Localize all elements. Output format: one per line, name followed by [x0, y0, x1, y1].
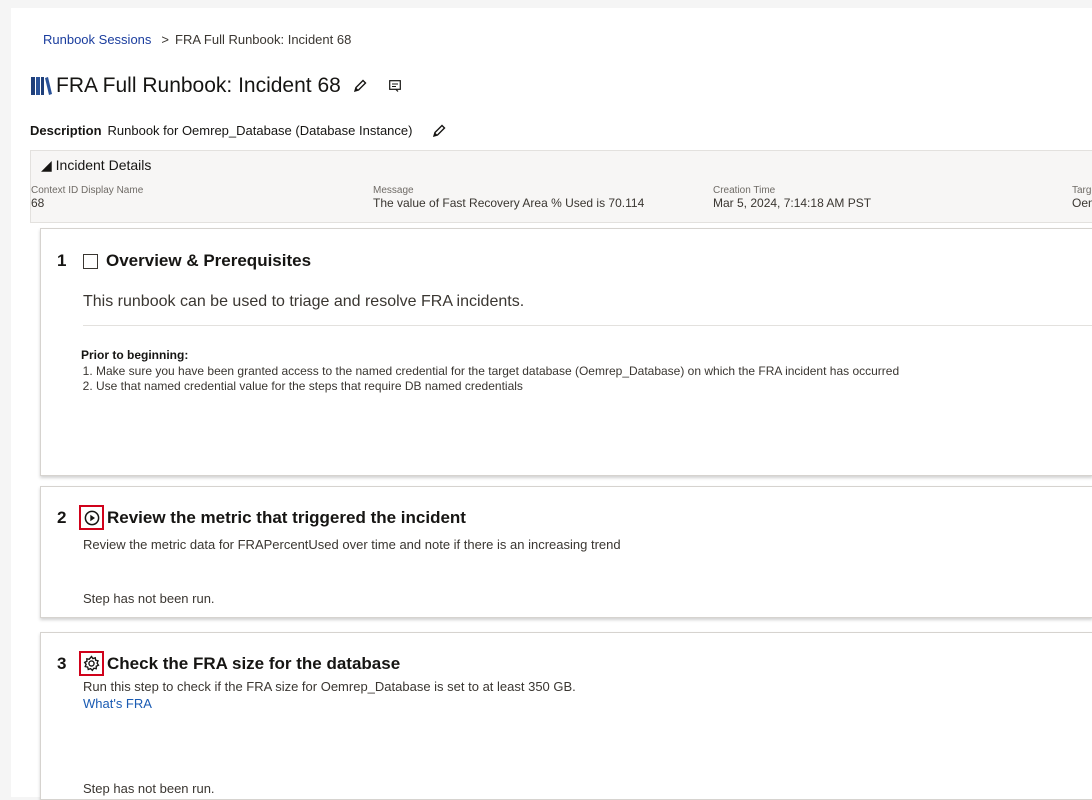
whats-fra-link[interactable]: What's FRA	[83, 696, 152, 711]
field-value: 68	[31, 196, 45, 210]
runbook-books-icon	[31, 77, 52, 95]
step-complete-checkbox[interactable]	[83, 253, 98, 269]
field-value: Oem	[1072, 196, 1092, 210]
incident-field-creation-time: Creation Time Mar 5, 2024, 7:14:18 AM PS…	[713, 185, 871, 210]
step-description: Run this step to check if the FRA size f…	[83, 679, 576, 694]
step-header: 1 Overview & Prerequisites	[57, 251, 311, 271]
view-details-icon[interactable]	[388, 80, 401, 92]
page-title: FRA Full Runbook: Incident 68	[56, 74, 341, 97]
prior-to-beginning-label: Prior to beginning:	[81, 348, 189, 362]
step-card-3: 3 Check the FRA size for the database Ru…	[40, 632, 1092, 800]
step-header: 2 Review the metric that triggered the i…	[57, 505, 466, 530]
step-description: Review the metric data for FRAPercentUse…	[83, 537, 621, 552]
runbook-session-page: Runbook Sessions > FRA Full Runbook: Incid…	[11, 8, 1092, 800]
incident-field-context-id: Context ID Display Name 68	[31, 185, 143, 210]
field-label: Targe	[1072, 185, 1092, 196]
run-step-highlight	[79, 505, 104, 530]
list-item: Use that named credential value for the …	[96, 379, 899, 394]
step-header: 3 Check the FRA size for the database	[57, 651, 400, 676]
field-label: Message	[373, 185, 414, 196]
prerequisites-list: Make sure you have been granted access t…	[81, 364, 899, 394]
incident-details-toggle[interactable]: ◢ Incident Details	[41, 157, 151, 174]
breadcrumb-separator: >	[161, 32, 169, 47]
step-status: Step has not been run.	[83, 781, 215, 796]
step-number: 1	[57, 251, 67, 270]
step-card-1: 1 Overview & Prerequisites This runbook …	[40, 228, 1092, 476]
step-status: Step has not been run.	[83, 591, 215, 606]
step-card-2: 2 Review the metric that triggered the i…	[40, 486, 1092, 618]
run-step-highlight	[79, 651, 104, 676]
title-row: FRA Full Runbook: Incident 68	[30, 74, 401, 98]
description-row: Description Runbook for Oemrep_Database …	[30, 123, 446, 138]
step-intro-text: This runbook can be used to triage and r…	[83, 293, 525, 310]
step-title: Review the metric that triggered the inc…	[107, 507, 466, 527]
field-value: Mar 5, 2024, 7:14:18 AM PST	[713, 196, 872, 210]
incident-details-panel: ◢ Incident Details Context ID Display Na…	[30, 150, 1092, 223]
breadcrumb-runbook-sessions-link[interactable]: Runbook Sessions	[43, 32, 151, 47]
step-title: Overview & Prerequisites	[106, 251, 312, 270]
list-item: Make sure you have been granted access t…	[96, 364, 899, 379]
gear-icon[interactable]	[83, 655, 100, 672]
step-title: Check the FRA size for the database	[107, 653, 401, 673]
step-number: 3	[57, 653, 67, 673]
incident-field-message: Message The value of Fast Recovery Area …	[373, 185, 644, 210]
breadcrumb: Runbook Sessions > FRA Full Runbook: Incid…	[43, 32, 351, 47]
step-number: 2	[57, 507, 67, 527]
edit-description-pencil-icon[interactable]	[432, 124, 446, 138]
edit-title-pencil-icon[interactable]	[353, 79, 367, 93]
divider	[83, 325, 1092, 326]
field-label: Context ID Display Name	[31, 185, 144, 196]
description-label: Description	[30, 123, 102, 138]
description-value: Runbook for Oemrep_Database (Database In…	[107, 123, 413, 138]
breadcrumb-current: FRA Full Runbook: Incident 68	[175, 32, 352, 47]
field-value: The value of Fast Recovery Area % Used i…	[373, 196, 645, 210]
incident-field-target: Targe Oem	[1072, 185, 1092, 210]
field-label: Creation Time	[713, 185, 776, 196]
play-circle-icon[interactable]	[84, 510, 100, 526]
